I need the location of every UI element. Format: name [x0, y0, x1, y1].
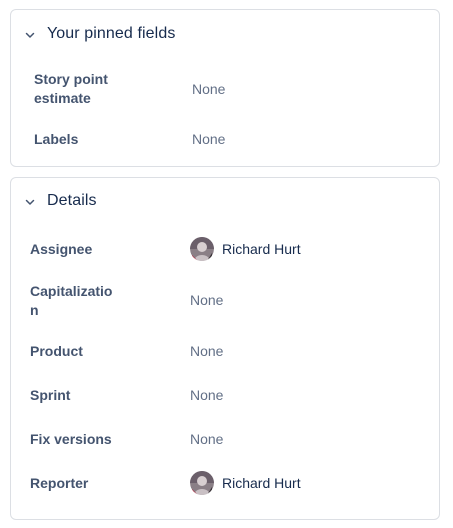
field-label: Assignee: [30, 241, 93, 257]
assignee-value[interactable]: Richard Hurt: [190, 237, 301, 261]
field-label: Product: [30, 343, 83, 359]
reporter-name: Richard Hurt: [222, 474, 301, 491]
pinned-fields-header[interactable]: Your pinned fields: [11, 17, 439, 53]
field-value-capitalization[interactable]: None: [190, 291, 223, 310]
pinned-fields-panel: Your pinned fields Story point estimate …: [10, 9, 440, 167]
chevron-down-icon[interactable]: [24, 29, 36, 41]
avatar: [190, 237, 214, 261]
assignee-name: Richard Hurt: [222, 240, 301, 257]
field-value-fix-versions[interactable]: None: [190, 430, 223, 449]
pinned-fields-title: Your pinned fields: [47, 25, 176, 42]
field-value-story-point-estimate[interactable]: None: [192, 80, 225, 99]
field-value-product[interactable]: None: [190, 342, 223, 361]
field-value-sprint[interactable]: None: [190, 386, 223, 405]
avatar: [190, 471, 214, 495]
reporter-value[interactable]: Richard Hurt: [190, 471, 301, 495]
field-label: Story point estimate: [34, 71, 108, 106]
field-label: Fix versions: [30, 431, 112, 447]
field-label: Capitalizatio n: [30, 283, 113, 318]
details-panel: Details Assignee Richard Hurt Capitaliza…: [10, 177, 440, 520]
field-value-labels[interactable]: None: [192, 130, 225, 149]
field-label: Sprint: [30, 387, 71, 403]
chevron-down-icon[interactable]: [24, 196, 36, 208]
details-title: Details: [47, 192, 97, 209]
field-label: Reporter: [30, 475, 89, 491]
field-label: Labels: [34, 131, 79, 147]
details-header[interactable]: Details: [11, 184, 439, 220]
